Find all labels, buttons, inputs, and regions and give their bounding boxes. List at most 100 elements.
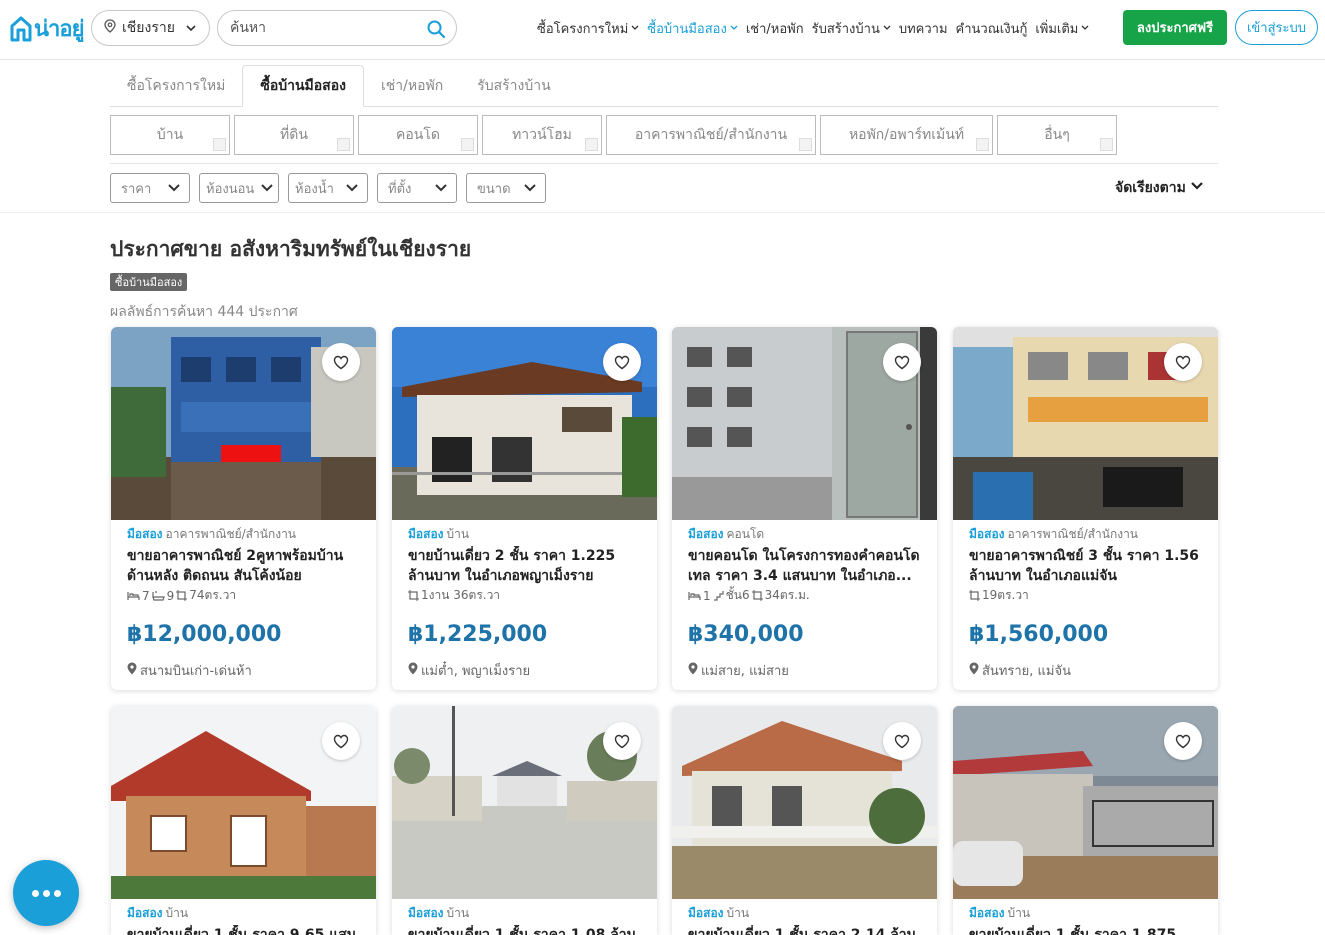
nav-loan-calc[interactable]: คำนวณเงินกู้ (956, 18, 1028, 39)
chevron-down-icon (631, 24, 639, 33)
location-select[interactable]: เชียงราย (91, 10, 210, 46)
tab-rent[interactable]: เช่า/หอพัก (364, 65, 460, 107)
chevron-down-icon (1190, 180, 1204, 196)
listing-type: มือสอง บ้าน (127, 906, 189, 920)
listing-details: มือสอง บ้าน ขายบ้านเดี่ยว 2 ชั้น ราคา 1.2… (408, 525, 643, 605)
listing-title[interactable]: ขายบ้านเดี่ยว 1 ชั้น ราคา 9.65 แสนบาท (127, 925, 362, 935)
result-count: ผลลัพธ์การค้นหา 444 ประกาศ (110, 304, 298, 320)
listing-type: มือสอง บ้าน (688, 906, 750, 920)
filter-dropdowns: ราคา ห้องนอน ห้องน้ำ ที่ตั้ง ขนาด (110, 173, 555, 203)
listing-card[interactable]: มือสอง คอนโด ขายคอนโด ในโครงการทองคำคอนโด… (672, 327, 937, 690)
listing-card[interactable]: มือสอง บ้าน ขายบ้านเดี่ยว 1 ชั้น ราคา 1.0… (392, 706, 657, 935)
tab-used-homes[interactable]: ซื้อบ้านมือสอง (242, 65, 364, 107)
divider (110, 163, 1218, 164)
nav-build-home[interactable]: รับสร้างบ้าน (812, 18, 891, 39)
listing-details: มือสอง บ้าน ขายบ้านเดี่ยว 1 ชั้น ราคา 2.1… (688, 904, 923, 935)
type-commercial[interactable]: อาคารพาณิชย์/สำนักงาน (606, 115, 816, 155)
favorite-heart-icon[interactable] (1164, 722, 1202, 760)
listing-specs: 1งาน 36ตร.วา (408, 586, 643, 605)
listing-title[interactable]: ขายบ้านเดี่ยว 1 ชั้น ราคา 1.875 ล้านบาท (969, 925, 1204, 935)
listing-details: มือสอง คอนโด ขายคอนโด ในโครงการทองคำคอนโด… (688, 525, 923, 605)
type-townhome[interactable]: ทาวน์โฮม (482, 115, 602, 155)
listing-title[interactable]: ขายคอนโด ในโครงการทองคำคอนโดเทล ราคา 3.4… (688, 546, 923, 586)
category-tag[interactable]: ซื้อบ้านมือสอง (110, 273, 188, 291)
map-pin-icon (688, 662, 698, 679)
listing-title[interactable]: ขายอาคารพาณิชย์ 2คูหาพร้อมบ้านด้านหลัง ต… (127, 546, 362, 586)
listing-location: สนามบินเก่า-เด่นห้า (127, 660, 252, 681)
location-value: เชียงราย (122, 20, 175, 36)
filter-bedrooms[interactable]: ห้องนอน (199, 173, 279, 203)
listing-location: สันทราย, แม่จัน (969, 660, 1071, 681)
listing-card[interactable]: มือสอง บ้าน ขายบ้านเดี่ยว 1 ชั้น ราคา 1.8… (953, 706, 1218, 935)
favorite-heart-icon[interactable] (603, 722, 641, 760)
area-icon (969, 590, 980, 601)
listing-location: แม่สาย, แม่สาย (688, 660, 789, 681)
tab-build-home[interactable]: รับสร้างบ้าน (460, 65, 568, 107)
sort-dropdown[interactable]: จัดเรียงตาม (1115, 177, 1204, 199)
listing-card[interactable]: มือสอง อาคารพาณิชย์/สำนักงาน ขายอาคารพาณิ… (953, 327, 1218, 690)
filter-location[interactable]: ที่ตั้ง (377, 173, 457, 203)
filter-bathrooms[interactable]: ห้องน้ำ (288, 173, 368, 203)
search-box (217, 10, 457, 46)
listing-details: มือสอง บ้าน ขายบ้านเดี่ยว 1 ชั้น ราคา 1.0… (408, 904, 643, 935)
favorite-heart-icon[interactable] (1164, 343, 1202, 381)
checkbox-icon (213, 138, 226, 151)
listing-price: ฿12,000,000 (127, 622, 282, 647)
type-other[interactable]: อื่นๆ (997, 115, 1117, 155)
filter-size[interactable]: ขนาด (466, 173, 546, 203)
listing-type: มือสอง อาคารพาณิชย์/สำนักงาน (127, 527, 297, 541)
type-land[interactable]: ที่ดิน (234, 115, 354, 155)
listing-type: มือสอง คอนโด (688, 527, 765, 541)
listing-details: มือสอง อาคารพาณิชย์/สำนักงาน ขายอาคารพาณิ… (127, 525, 362, 605)
divider (0, 212, 1325, 213)
checkbox-icon (799, 138, 812, 151)
tab-new-projects[interactable]: ซื้อโครงการใหม่ (110, 65, 242, 107)
chevron-down-icon (1081, 24, 1089, 33)
listing-title[interactable]: ขายบ้านเดี่ยว 2 ชั้น ราคา 1.225 ล้านบาท … (408, 546, 643, 586)
listing-location: แม่ต๋ำ, พญาเม็งราย (408, 660, 530, 681)
chat-button[interactable] (13, 860, 79, 926)
listing-card[interactable]: มือสอง อาคารพาณิชย์/สำนักงาน ขายอาคารพาณิ… (111, 327, 376, 690)
type-house[interactable]: บ้าน (110, 115, 230, 155)
post-free-button[interactable]: ลงประกาศฟรี (1123, 10, 1227, 45)
listing-specs: 19ตร.วา (969, 586, 1204, 605)
checkbox-icon (976, 138, 989, 151)
listing-details: มือสอง อาคารพาณิชย์/สำนักงาน ขายอาคารพาณิ… (969, 525, 1204, 605)
login-button[interactable]: เข้าสู่ระบบ (1235, 10, 1318, 45)
map-pin-icon (969, 662, 979, 679)
logo-text: น่าอยู่ (34, 16, 84, 42)
house-logo-icon (10, 14, 32, 42)
type-apartment[interactable]: หอพัก/อพาร์ทเม้นท์ (820, 115, 993, 155)
listing-title[interactable]: ขายอาคารพาณิชย์ 3 ชั้น ราคา 1.56 ล้านบาท… (969, 546, 1204, 586)
area-icon (751, 590, 763, 601)
nav-more[interactable]: เพิ่มเติม (1035, 18, 1089, 39)
listing-specs: 1 ชั้น6 34ตร.ม. (688, 586, 923, 605)
search-input[interactable] (230, 20, 410, 36)
listing-price: ฿340,000 (688, 622, 804, 647)
type-condo[interactable]: คอนโด (358, 115, 478, 155)
favorite-heart-icon[interactable] (883, 722, 921, 760)
listing-card[interactable]: มือสอง บ้าน ขายบ้านเดี่ยว 1 ชั้น ราคา 9.6… (111, 706, 376, 935)
favorite-heart-icon[interactable] (322, 722, 360, 760)
nav-articles[interactable]: บทความ (899, 18, 948, 39)
nav-used-homes[interactable]: ซื้อบ้านมือสอง (647, 18, 738, 39)
filter-price[interactable]: ราคา (110, 173, 190, 203)
listing-details: มือสอง บ้าน ขายบ้านเดี่ยว 1 ชั้น ราคา 9.6… (127, 904, 362, 935)
listing-card[interactable]: มือสอง บ้าน ขายบ้านเดี่ยว 1 ชั้น ราคา 2.1… (672, 706, 937, 935)
sort-label: จัดเรียงตาม (1115, 180, 1186, 196)
checkbox-icon (585, 138, 598, 151)
listing-card[interactable]: มือสอง บ้าน ขายบ้านเดี่ยว 2 ชั้น ราคา 1.2… (392, 327, 657, 690)
site-logo[interactable]: น่าอยู่ (10, 12, 84, 44)
nav-rent[interactable]: เช่า/หอพัก (746, 18, 804, 39)
favorite-heart-icon[interactable] (603, 343, 641, 381)
listing-title[interactable]: ขายบ้านเดี่ยว 1 ชั้น ราคา 1.08 ล้านบาท (408, 925, 643, 935)
nav-new-projects[interactable]: ซื้อโครงการใหม่ (537, 18, 639, 39)
favorite-heart-icon[interactable] (322, 343, 360, 381)
listing-title[interactable]: ขายบ้านเดี่ยว 1 ชั้น ราคา 2.14 ล้านบาท (688, 925, 923, 935)
listing-type: มือสอง บ้าน (408, 906, 470, 920)
search-icon[interactable] (426, 19, 446, 43)
listing-details: มือสอง บ้าน ขายบ้านเดี่ยว 1 ชั้น ราคา 1.8… (969, 904, 1204, 935)
chevron-down-icon (523, 182, 537, 198)
favorite-heart-icon[interactable] (883, 343, 921, 381)
bath-icon (152, 590, 165, 601)
